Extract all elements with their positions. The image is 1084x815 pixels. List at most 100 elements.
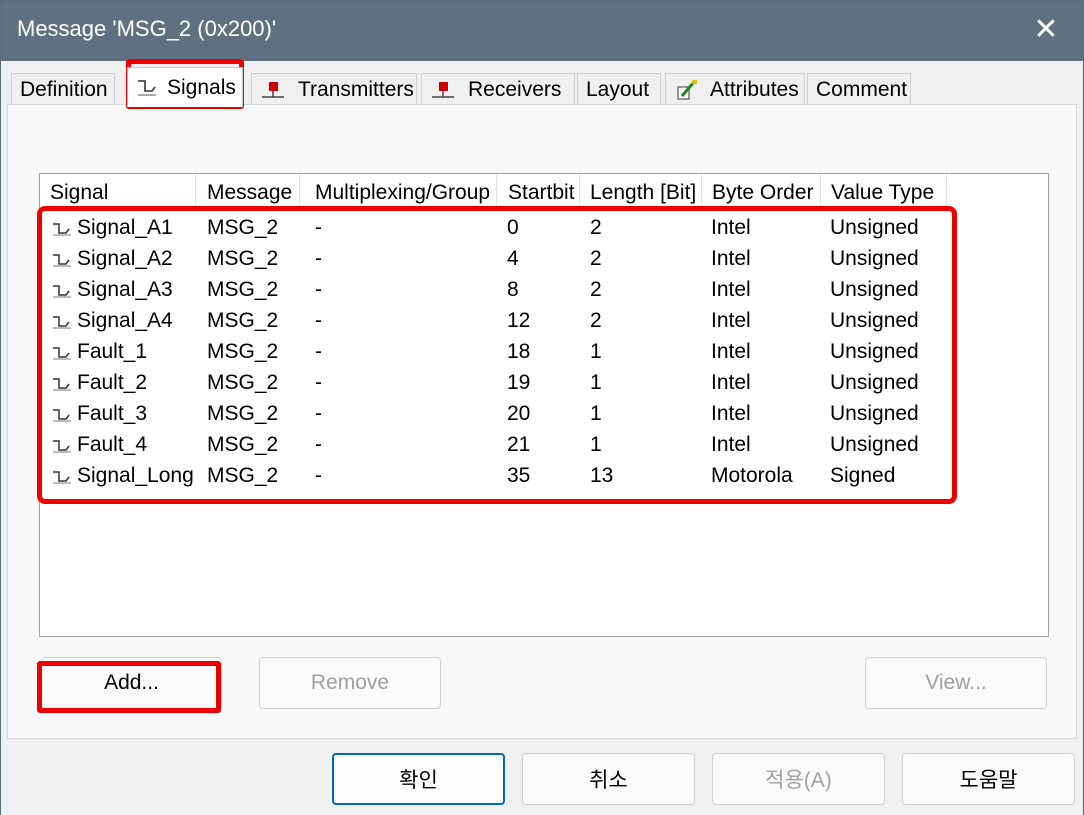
message-dialog: Message 'MSG_2 (0x200)' ✕ Definition Sig…	[0, 0, 1084, 815]
cell-byte-order: Intel	[711, 371, 751, 394]
cell-byte-order: Intel	[711, 433, 751, 456]
cell-multiplexing: -	[315, 216, 322, 239]
cell-byte-order: Intel	[711, 402, 751, 425]
tab-receivers[interactable]: Receivers	[421, 73, 575, 106]
cell-startbit: 19	[507, 371, 531, 394]
table-row[interactable]: Signal_A2 MSG_2 - 4 2 Intel Unsigned	[40, 245, 1040, 276]
attribute-icon	[674, 79, 700, 101]
cell-length: 13	[590, 464, 614, 487]
cell-multiplexing: -	[315, 309, 322, 332]
signal-icon	[53, 223, 71, 236]
tab-layout[interactable]: Layout	[577, 73, 661, 106]
close-icon: ✕	[1033, 13, 1059, 46]
cell-message: MSG_2	[207, 309, 279, 332]
tab-label: Transmitters	[298, 78, 414, 101]
column-header-multiplexing[interactable]: Multiplexing/Group	[305, 174, 497, 208]
cell-startbit: 18	[507, 340, 531, 363]
signal-icon	[53, 378, 71, 391]
cell-signal: Fault_1	[77, 340, 148, 363]
tab-signals[interactable]: Signals	[127, 67, 243, 107]
cell-signal: Signal_A4	[77, 309, 173, 332]
table-row[interactable]: Signal_A3 MSG_2 - 8 2 Intel Unsigned	[40, 276, 1040, 307]
column-header-signal[interactable]: Signal	[40, 174, 196, 208]
column-header-byte-order[interactable]: Byte Order	[702, 174, 821, 208]
cell-signal: Signal_A2	[77, 247, 173, 270]
cell-value-type: Unsigned	[830, 433, 919, 456]
tab-label: Receivers	[468, 78, 562, 101]
signals-table[interactable]: Signal Message Multiplexing/Group Startb…	[39, 173, 1049, 637]
ok-button[interactable]: 확인	[332, 753, 505, 805]
apply-button[interactable]: 적용(A)	[712, 753, 885, 805]
cell-signal: Signal_A3	[77, 278, 173, 301]
tab-transmitters[interactable]: Transmitters	[251, 73, 417, 106]
table-row[interactable]: Signal_A4 MSG_2 - 12 2 Intel Unsigned	[40, 307, 1040, 338]
table-row[interactable]: Fault_3 MSG_2 - 20 1 Intel Unsigned	[40, 400, 1040, 431]
signal-icon	[53, 347, 71, 360]
table-row[interactable]: Fault_1 MSG_2 - 18 1 Intel Unsigned	[40, 338, 1040, 369]
cell-byte-order: Intel	[711, 216, 751, 239]
cell-length: 1	[590, 402, 602, 425]
signal-icon	[53, 316, 71, 329]
help-button[interactable]: 도움말	[902, 753, 1075, 805]
cell-byte-order: Intel	[711, 340, 751, 363]
table-row[interactable]: Fault_4 MSG_2 - 21 1 Intel Unsigned	[40, 431, 1040, 462]
cell-value-type: Unsigned	[830, 402, 919, 425]
cell-multiplexing: -	[315, 464, 322, 487]
signal-icon	[53, 409, 71, 422]
cell-value-type: Unsigned	[830, 340, 919, 363]
cell-signal: Fault_4	[77, 433, 148, 456]
cancel-button[interactable]: 취소	[522, 753, 695, 805]
column-header-message[interactable]: Message	[197, 174, 300, 208]
cell-length: 1	[590, 371, 602, 394]
node-icon	[260, 79, 286, 101]
remove-button[interactable]: Remove	[259, 657, 441, 709]
column-header-value-type[interactable]: Value Type	[821, 174, 947, 208]
table-row[interactable]: Signal_Long MSG_2 - 35 13 Motorola Signe…	[40, 462, 1040, 493]
add-button[interactable]: Add...	[41, 657, 222, 709]
table-row[interactable]: Fault_2 MSG_2 - 19 1 Intel Unsigned	[40, 369, 1040, 400]
cell-startbit: 8	[507, 278, 519, 301]
tab-attributes[interactable]: Attributes	[665, 73, 805, 106]
tab-label: Definition	[20, 78, 108, 101]
column-header-startbit[interactable]: Startbit	[498, 174, 580, 208]
cell-length: 2	[590, 247, 602, 270]
cell-byte-order: Motorola	[711, 464, 793, 487]
cancel-button-label: 취소	[589, 769, 628, 792]
cell-signal: Signal_Long	[77, 464, 194, 487]
cell-value-type: Unsigned	[830, 216, 919, 239]
cell-length: 1	[590, 433, 602, 456]
cell-startbit: 35	[507, 464, 531, 487]
cell-startbit: 0	[507, 216, 519, 239]
ok-button-label: 확인	[399, 769, 438, 792]
tab-comment[interactable]: Comment	[807, 73, 911, 106]
view-button[interactable]: View...	[865, 657, 1047, 709]
cell-message: MSG_2	[207, 371, 279, 394]
cell-message: MSG_2	[207, 402, 279, 425]
tab-definition[interactable]: Definition	[11, 73, 115, 106]
cell-multiplexing: -	[315, 371, 322, 394]
cell-message: MSG_2	[207, 433, 279, 456]
tab-label: Signals	[167, 75, 236, 99]
add-button-label: Add...	[104, 671, 159, 694]
signal-icon	[53, 254, 71, 267]
cell-length: 2	[590, 278, 602, 301]
signal-icon	[53, 471, 71, 484]
cell-value-type: Signed	[830, 464, 896, 487]
cell-length: 2	[590, 309, 602, 332]
cell-startbit: 20	[507, 402, 531, 425]
cell-value-type: Unsigned	[830, 371, 919, 394]
cell-byte-order: Intel	[711, 309, 751, 332]
apply-button-label: 적용(A)	[765, 769, 832, 792]
cell-value-type: Unsigned	[830, 309, 919, 332]
cell-message: MSG_2	[207, 464, 279, 487]
cell-multiplexing: -	[315, 247, 322, 270]
cell-value-type: Unsigned	[830, 247, 919, 270]
close-button[interactable]: ✕	[1029, 13, 1063, 47]
cell-multiplexing: -	[315, 433, 322, 456]
column-header-length[interactable]: Length [Bit]	[580, 174, 702, 208]
tab-label: Attributes	[710, 78, 799, 101]
cell-message: MSG_2	[207, 278, 279, 301]
cell-multiplexing: -	[315, 340, 322, 363]
table-row[interactable]: Signal_A1 MSG_2 - 0 2 Intel Unsigned	[40, 214, 1040, 245]
node-icon	[430, 79, 456, 101]
